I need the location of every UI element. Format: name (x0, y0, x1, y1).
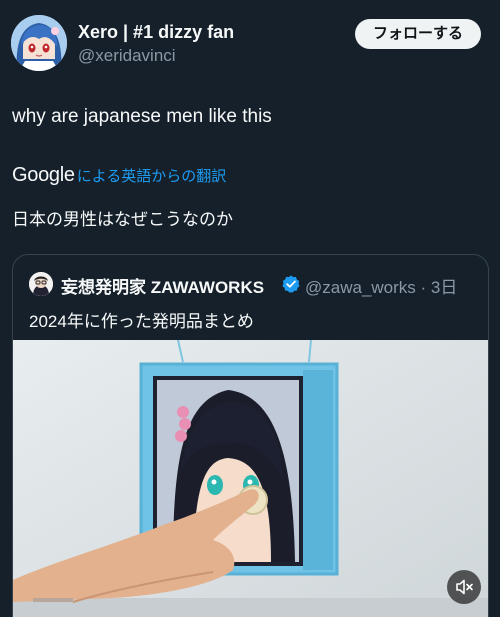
author-handle[interactable]: @xeridavinci (78, 46, 176, 66)
quote-text: 2024年に作った発明品まとめ (29, 312, 254, 331)
quote-author-name[interactable]: 妄想発明家 ZAWAWORKS (61, 273, 264, 298)
quote-handle-and-time: @zawa_works · 3日 (305, 278, 458, 297)
quote-author-avatar[interactable] (29, 272, 53, 296)
tweet-header: Xero | #1 dizzy fan @xeridavinci フォローする (0, 0, 500, 90)
author-name[interactable]: Xero | #1 dizzy fan (78, 22, 234, 43)
video-thumbnail-icon (13, 340, 488, 617)
google-logo: Google (12, 163, 75, 186)
speaker-muted-icon (456, 579, 473, 595)
tweet-text: why are japanese men like this (12, 106, 272, 127)
anime-avatar-icon (11, 15, 67, 71)
quote-video[interactable] (13, 340, 488, 617)
translation-attribution[interactable]: Google による英語からの翻訳 (12, 163, 226, 187)
quoted-tweet-card[interactable]: 妄想発明家 ZAWAWORKS @zawa_works · 3日 2024年に作… (12, 254, 489, 617)
follow-button[interactable]: フォローする (355, 19, 481, 49)
translate-link[interactable]: による英語からの翻訳 (77, 165, 227, 186)
verified-badge-icon (282, 275, 300, 293)
author-avatar[interactable] (11, 15, 67, 71)
inventor-avatar-icon (29, 272, 53, 296)
mute-button[interactable] (447, 570, 481, 604)
translated-text: 日本の男性はなぜこうなのか (12, 210, 233, 229)
